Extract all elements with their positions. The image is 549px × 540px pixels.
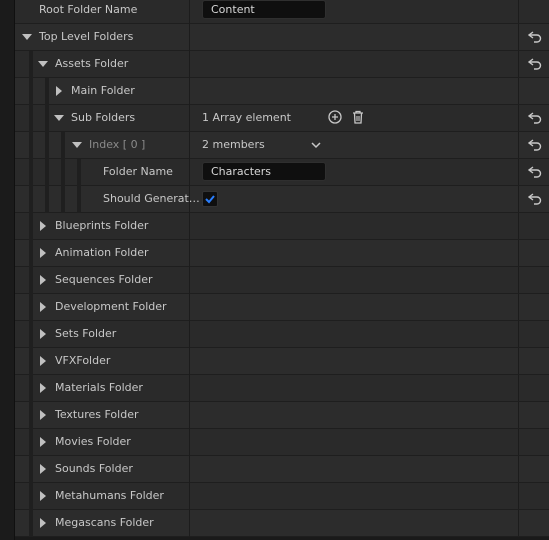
expand-arrow-icon[interactable] bbox=[22, 34, 32, 40]
collapse-arrow-icon[interactable] bbox=[40, 518, 46, 528]
row-collapsed-folder[interactable]: Textures Folder bbox=[15, 402, 549, 429]
collapse-arrow-icon[interactable] bbox=[40, 302, 46, 312]
row-collapsed-folder[interactable]: VFXFolder bbox=[15, 348, 549, 375]
folder-label: Movies Folder bbox=[55, 435, 131, 448]
folder-name-label: Folder Name bbox=[103, 165, 173, 178]
row-sub-folders[interactable]: Sub Folders 1 Array element bbox=[15, 105, 549, 132]
top-level-folders-label: Top Level Folders bbox=[39, 30, 134, 43]
expand-arrow-icon[interactable] bbox=[38, 61, 48, 67]
collapse-arrow-icon[interactable] bbox=[56, 86, 62, 96]
collapse-arrow-icon[interactable] bbox=[40, 275, 46, 285]
folder-name-input[interactable]: Characters bbox=[202, 162, 326, 181]
reset-arrow-icon[interactable] bbox=[528, 166, 542, 178]
row-assets-folder[interactable]: Assets Folder bbox=[15, 51, 549, 78]
row-collapsed-folder[interactable]: Movies Folder bbox=[15, 429, 549, 456]
row-collapsed-folder[interactable]: Sequences Folder bbox=[15, 267, 549, 294]
row-collapsed-folder[interactable]: Sounds Folder bbox=[15, 456, 549, 483]
collapse-arrow-icon[interactable] bbox=[40, 329, 46, 339]
reset-arrow-icon[interactable] bbox=[528, 193, 542, 205]
row-root-folder-name: Root Folder Name Content bbox=[15, 0, 549, 24]
reset-arrow-icon[interactable] bbox=[528, 31, 542, 43]
collapse-arrow-icon[interactable] bbox=[40, 410, 46, 420]
sub-folders-label: Sub Folders bbox=[71, 111, 136, 124]
trash-icon[interactable] bbox=[351, 110, 365, 124]
row-should-generate: Should Generat… bbox=[15, 186, 549, 213]
collapse-arrow-icon[interactable] bbox=[40, 464, 46, 474]
row-collapsed-folder[interactable]: Metahumans Folder bbox=[15, 483, 549, 510]
members-count-text: 2 members bbox=[202, 138, 265, 151]
row-main-folder[interactable]: Main Folder bbox=[15, 78, 549, 105]
should-generate-label: Should Generat… bbox=[103, 192, 200, 205]
collapse-arrow-icon[interactable] bbox=[40, 356, 46, 366]
row-collapsed-folder[interactable]: Blueprints Folder bbox=[15, 213, 549, 240]
folder-label: Materials Folder bbox=[55, 381, 143, 394]
collapse-arrow-icon[interactable] bbox=[40, 491, 46, 501]
reset-arrow-icon[interactable] bbox=[528, 58, 542, 70]
expand-arrow-icon[interactable] bbox=[72, 142, 82, 148]
collapse-arrow-icon[interactable] bbox=[40, 383, 46, 393]
folder-label: Sequences Folder bbox=[55, 273, 153, 286]
folder-label: VFXFolder bbox=[55, 354, 111, 367]
folder-label: Blueprints Folder bbox=[55, 219, 149, 232]
folder-label: Megascans Folder bbox=[55, 516, 154, 529]
row-index-0[interactable]: Index [ 0 ] 2 members bbox=[15, 132, 549, 159]
checkmark-icon bbox=[205, 195, 215, 204]
folder-label: Animation Folder bbox=[55, 246, 149, 259]
assets-folder-label: Assets Folder bbox=[55, 57, 129, 70]
folder-label: Textures Folder bbox=[55, 408, 139, 421]
root-folder-name-label: Root Folder Name bbox=[39, 3, 138, 16]
expand-arrow-icon[interactable] bbox=[54, 115, 64, 121]
chevron-down-icon[interactable] bbox=[310, 140, 322, 150]
folder-label: Development Folder bbox=[55, 300, 167, 313]
details-panel: Root Folder Name Content Top Level Folde… bbox=[15, 0, 549, 537]
folder-label: Sets Folder bbox=[55, 327, 117, 340]
collapse-arrow-icon[interactable] bbox=[40, 248, 46, 258]
array-count-text: 1 Array element bbox=[202, 111, 291, 124]
add-circle-icon[interactable] bbox=[328, 110, 342, 124]
row-top-level-folders[interactable]: Top Level Folders bbox=[15, 24, 549, 51]
row-collapsed-folder[interactable]: Animation Folder bbox=[15, 240, 549, 267]
collapse-arrow-icon[interactable] bbox=[40, 437, 46, 447]
folder-label: Metahumans Folder bbox=[55, 489, 164, 502]
folder-label: Sounds Folder bbox=[55, 462, 133, 475]
left-gutter bbox=[0, 0, 14, 540]
reset-arrow-icon[interactable] bbox=[528, 139, 542, 151]
index-0-label: Index [ 0 ] bbox=[89, 138, 146, 151]
main-folder-label: Main Folder bbox=[71, 84, 135, 97]
root-folder-name-input[interactable]: Content bbox=[202, 0, 326, 19]
collapse-arrow-icon[interactable] bbox=[40, 221, 46, 231]
row-collapsed-folder[interactable]: Sets Folder bbox=[15, 321, 549, 348]
row-collapsed-folder[interactable]: Development Folder bbox=[15, 294, 549, 321]
row-collapsed-folder[interactable]: Materials Folder bbox=[15, 375, 549, 402]
reset-arrow-icon[interactable] bbox=[528, 112, 542, 124]
should-generate-checkbox[interactable] bbox=[202, 191, 218, 207]
row-folder-name: Folder Name Characters bbox=[15, 159, 549, 186]
row-collapsed-folder[interactable]: Megascans Folder bbox=[15, 510, 549, 537]
